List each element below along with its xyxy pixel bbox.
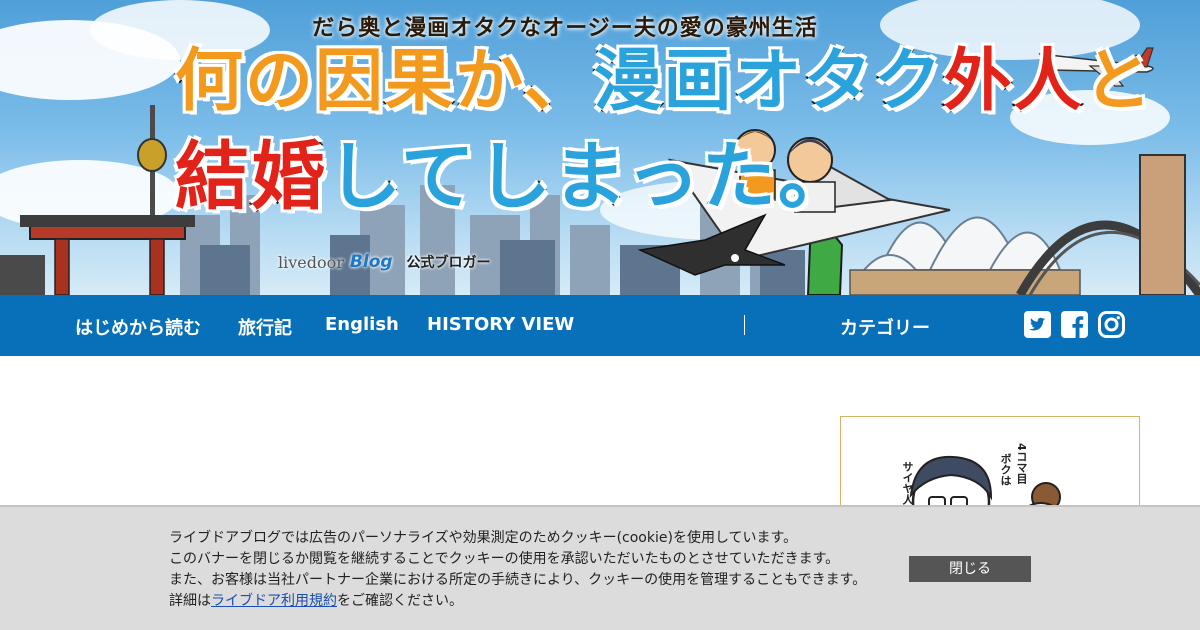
cookie-consent-text: ライブドアブログでは広告のパーソナライズや効果測定のためクッキー(cookie)… — [169, 528, 866, 612]
main-nav: はじめから読む 旅行記 English HISTORY VIEW カテゴリー — [0, 295, 1200, 356]
livedoor-logo-text: livedoor — [278, 252, 344, 272]
cookie-text-line: このバナーを閉じるか閲覧を継続することでクッキーの使用を承認いただいたものとさせ… — [169, 551, 840, 567]
nav-item-english[interactable]: English — [325, 314, 399, 335]
official-blogger-label: 公式ブロガー — [406, 255, 491, 271]
title-text: してしまった。 — [326, 134, 854, 220]
header-banner[interactable]: だら奥と漫画オタクなオージー夫の愛の豪州生活 何の因果か、漫画オタク外人と 結婚… — [0, 0, 1200, 295]
terms-of-use-link[interactable]: ライブドア利用規約 — [211, 593, 337, 609]
comic-caption: ボクは — [999, 453, 1012, 486]
cookie-close-button[interactable]: 閉じる — [909, 556, 1031, 582]
blog-title-line-2[interactable]: 結婚してしまった。 — [174, 139, 854, 216]
nav-divider — [744, 315, 745, 335]
facebook-icon[interactable] — [1061, 311, 1088, 338]
pterodactyl-illustration — [637, 213, 786, 276]
cookie-text-line: 詳細はライブドア利用規約をご確認ください。 — [169, 591, 866, 612]
instagram-icon[interactable] — [1098, 311, 1125, 338]
comic-caption: 4コマ目 — [1015, 443, 1028, 484]
title-text: 結婚 — [174, 134, 327, 220]
cookie-details-suffix: をご確認ください。 — [337, 593, 463, 609]
title-text: と — [1082, 42, 1154, 121]
title-text: 外人 — [942, 42, 1084, 121]
nav-item-travel[interactable]: 旅行記 — [238, 314, 292, 340]
title-text: 漫画オタク — [592, 42, 944, 121]
cookie-text-line: ライブドアブログでは広告のパーソナライズや効果測定のためクッキー(cookie)… — [169, 530, 798, 546]
cookie-details-prefix: 詳細は — [169, 593, 211, 609]
cookie-consent-banner: ライブドアブログでは広告のパーソナライズや効果測定のためクッキー(cookie)… — [0, 505, 1200, 630]
cookie-text-line: また、お客様は当社パートナー企業における所定の手続きにより、クッキーの使用を管理… — [169, 572, 867, 588]
blog-tagline: だら奥と漫画オタクなオージー夫の愛の豪州生活 — [312, 15, 818, 41]
livedoor-blog-badge: livedoor Blog 公式ブロガー — [278, 252, 491, 272]
nav-item-category[interactable]: カテゴリー — [840, 314, 930, 340]
comic-caption: サイヤ人 — [901, 461, 914, 505]
nav-item-history-view[interactable]: HISTORY VIEW — [427, 314, 574, 335]
blog-title-line-1[interactable]: 何の因果か、漫画オタク外人と — [174, 46, 1154, 117]
blog-logo-text: Blog — [349, 252, 393, 272]
nav-item-start[interactable]: はじめから読む — [75, 314, 201, 340]
title-text: 何の因果か、 — [174, 42, 594, 121]
twitter-icon[interactable] — [1024, 311, 1051, 338]
